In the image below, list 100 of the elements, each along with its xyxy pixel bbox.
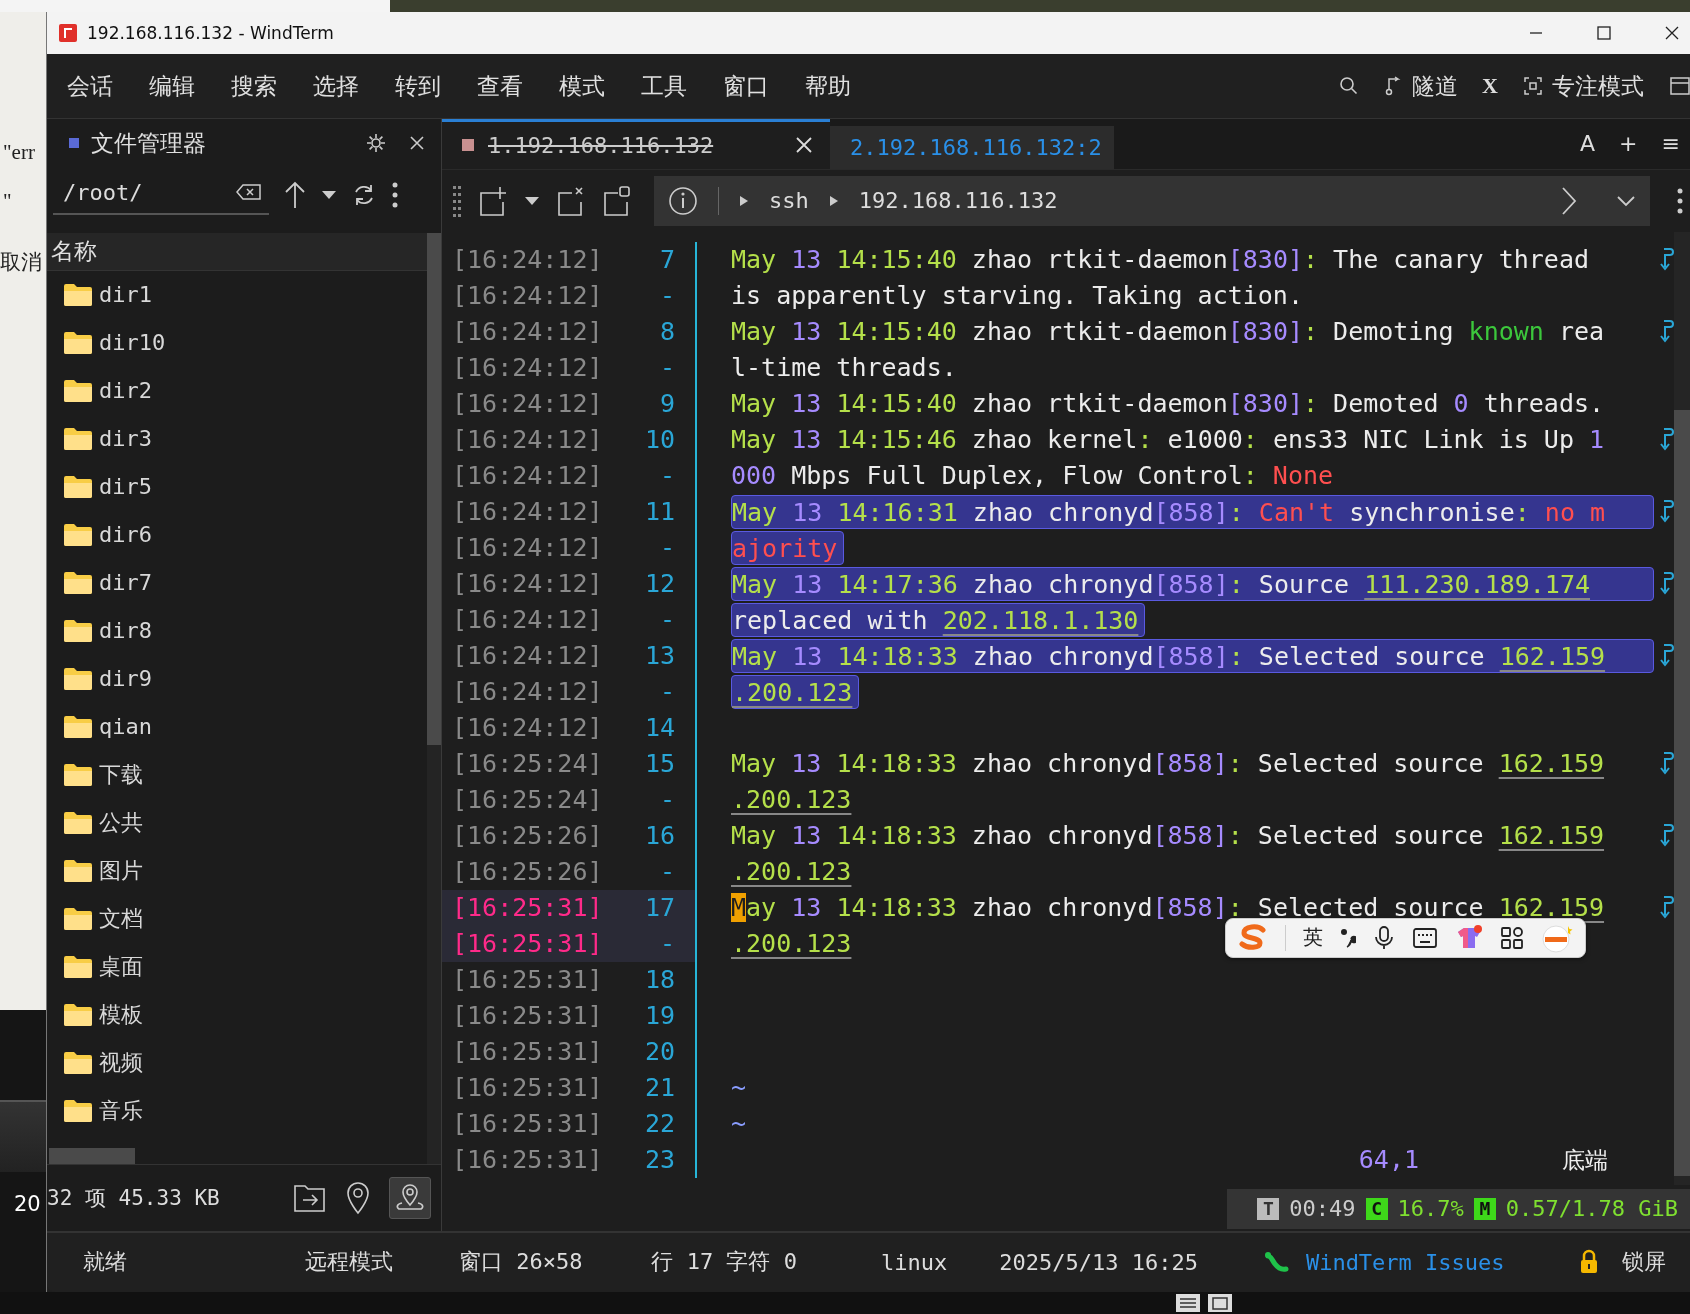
clear-icon[interactable]: [235, 182, 263, 203]
folder-icon: [63, 570, 93, 595]
timestamp: [16:25:31]: [452, 963, 603, 996]
address-bar[interactable]: ssh 192.168.116.132: [654, 175, 1650, 226]
tunnel-button[interactable]: 隧道: [1384, 70, 1459, 102]
menu-item[interactable]: 查看: [477, 70, 523, 102]
menu-item[interactable]: 窗口: [723, 70, 769, 102]
log-line: May 13 14:18:33 zhao chronyd[858]: Selected source 162.159: [731, 819, 1605, 852]
close-icon[interactable]: [409, 135, 425, 152]
font-button[interactable]: A: [1580, 131, 1596, 157]
file-list-item[interactable]: dir1: [47, 270, 427, 319]
file-list-item[interactable]: dir8: [47, 606, 427, 655]
chevron-down-icon[interactable]: [1616, 194, 1636, 207]
menu-item[interactable]: 选择: [313, 70, 359, 102]
file-name: dir6: [99, 522, 152, 547]
window-icon[interactable]: [1207, 1293, 1233, 1313]
scrollbar-thumb[interactable]: [427, 232, 441, 745]
file-name: dir8: [99, 618, 152, 643]
protocol-label[interactable]: ssh: [769, 188, 809, 214]
file-list-item[interactable]: 桌面: [47, 942, 427, 991]
timestamp: [16:25:31]: [452, 891, 603, 924]
more-icon[interactable]: [1676, 186, 1684, 215]
session-tab[interactable]: 2.192.168.116.132:2: [830, 125, 1114, 169]
file-name: dir3: [99, 426, 152, 451]
menu-item[interactable]: 工具: [641, 70, 687, 102]
memory-usage: 0.57/1.78 GiB: [1505, 1196, 1678, 1222]
menu-item[interactable]: 帮助: [805, 70, 851, 102]
file-name: dir1: [99, 282, 152, 307]
host-label[interactable]: 192.168.116.132: [858, 188, 1058, 214]
file-list-item[interactable]: 视频: [47, 1038, 427, 1087]
line-number: 12: [644, 567, 675, 600]
file-list-item[interactable]: dir3: [47, 414, 427, 463]
window-size: 窗口 26×58: [459, 1248, 583, 1277]
chevron-right-icon[interactable]: [1560, 185, 1578, 216]
info-icon[interactable]: [668, 185, 698, 216]
caret-icon[interactable]: [524, 195, 540, 206]
file-list-item[interactable]: 下载: [47, 750, 427, 799]
route-pin-button[interactable]: [389, 1176, 431, 1219]
file-list-item[interactable]: dir6: [47, 510, 427, 559]
focus-mode-button[interactable]: 专注模式: [1522, 70, 1644, 102]
location-pin-icon[interactable]: [345, 1180, 371, 1215]
timestamp: [16:24:12]: [452, 567, 603, 600]
close-icon[interactable]: [1664, 25, 1680, 42]
microphone-icon[interactable]: [1373, 924, 1395, 951]
lock-icon[interactable]: [1578, 1249, 1599, 1276]
folder-icon: [63, 1050, 93, 1075]
new-window-icon[interactable]: [602, 184, 632, 217]
menu-item[interactable]: 搜索: [231, 70, 277, 102]
file-list-item[interactable]: dir9: [47, 654, 427, 703]
caterpillar-icon[interactable]: [1263, 1250, 1290, 1275]
new-session-icon[interactable]: [478, 184, 508, 217]
more-icon[interactable]: [391, 181, 399, 210]
keyboard-icon[interactable]: [1412, 926, 1438, 949]
background-text: 20: [14, 1192, 41, 1216]
timestamp: [16:24:12]: [452, 351, 603, 384]
line-number: 17: [644, 891, 675, 924]
file-list-item[interactable]: 公共: [47, 798, 427, 847]
issues-link[interactable]: WindTerm Issues: [1305, 1249, 1505, 1275]
caret-icon[interactable]: [321, 190, 337, 201]
column-header[interactable]: 名称: [47, 232, 427, 271]
line-number: -: [659, 855, 675, 888]
file-list-item[interactable]: 文档: [47, 894, 427, 943]
grid-icon[interactable]: [1500, 925, 1524, 950]
lock-screen-button[interactable]: 锁屏: [1621, 1247, 1666, 1278]
timestamp: [16:25:31]: [452, 999, 603, 1032]
layout-icon[interactable]: [1668, 75, 1690, 98]
file-list-item[interactable]: 图片: [47, 846, 427, 895]
menu-item[interactable]: 编辑: [149, 70, 195, 102]
menu-item[interactable]: 模式: [559, 70, 605, 102]
settings-icon[interactable]: [365, 132, 387, 155]
log-line: May 13 14:15:40 zhao rtkit-daemon[830]: Demoting known rea: [731, 315, 1605, 348]
up-arrow-icon[interactable]: [283, 180, 307, 211]
path-field[interactable]: /root/: [53, 175, 269, 215]
maximize-icon[interactable]: [1596, 25, 1612, 42]
line-number: -: [659, 351, 675, 384]
close-icon[interactable]: [796, 137, 812, 154]
avatar-icon[interactable]: [1541, 922, 1573, 953]
mode-indicator: 远程模式: [305, 1248, 393, 1277]
file-list-item[interactable]: 模板: [47, 990, 427, 1039]
line-number: 19: [644, 999, 675, 1032]
scrollbar-thumb[interactable]: [49, 1147, 135, 1164]
session-tab[interactable]: 1.192.168.116.132: [442, 118, 830, 169]
scrollbar-thumb[interactable]: [1674, 409, 1690, 1176]
new-tab-button[interactable]: +: [1619, 131, 1638, 157]
file-list-item[interactable]: dir2: [47, 366, 427, 415]
file-list-item[interactable]: qian: [47, 702, 427, 751]
file-list-item[interactable]: dir7: [47, 558, 427, 607]
detach-icon[interactable]: [556, 184, 586, 217]
x-label[interactable]: X: [1482, 73, 1498, 100]
input-mode-label[interactable]: 英: [1303, 924, 1323, 952]
menu-item[interactable]: 转到: [395, 70, 441, 102]
logo-icon[interactable]: [1238, 923, 1268, 952]
file-list-item[interactable]: dir5: [47, 462, 427, 511]
grip-icon[interactable]: [452, 183, 462, 218]
tab-menu-button[interactable]: ≡: [1661, 131, 1680, 157]
file-list-item[interactable]: dir10: [47, 318, 427, 367]
menu-item[interactable]: 会话: [67, 70, 113, 102]
list-icon[interactable]: [1175, 1293, 1201, 1313]
line-number: 10: [644, 423, 675, 456]
file-list-item[interactable]: 音乐: [47, 1086, 427, 1135]
